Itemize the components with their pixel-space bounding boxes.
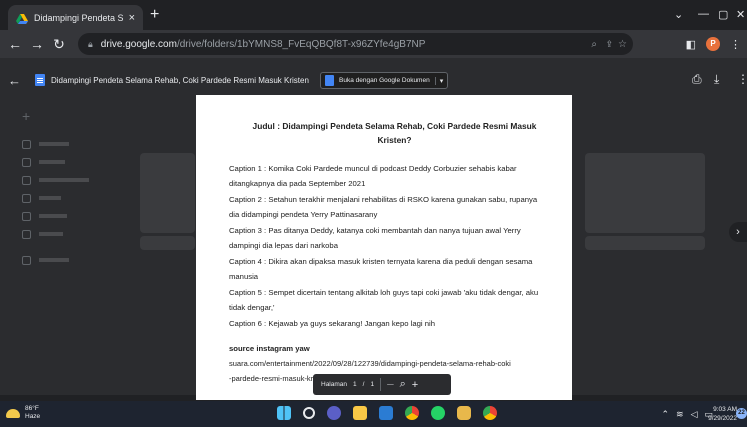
file-thumbnail <box>585 153 705 233</box>
download-icon[interactable]: ⤓ <box>714 72 719 87</box>
caption-6: Caption 6 : Kejawab ya guys sekarang! Ja… <box>229 319 435 328</box>
caption-5: Caption 5 : Sempet dicertain tentang alk… <box>229 288 539 312</box>
back-icon[interactable]: ← <box>4 36 26 52</box>
tab-strip: Didampingi Pendeta Selama Reh × + ⌄ — ▢ … <box>0 0 747 30</box>
tray-chevron-up-icon[interactable]: ⌃ <box>661 409 669 420</box>
page-navigator: Halaman 1 / 1 — ⌕ + <box>313 374 451 395</box>
drive-new-button: + <box>22 108 31 124</box>
profile-avatar[interactable]: P <box>706 37 720 51</box>
caption-3: Caption 3 : Pas ditanya Deddy, katanya c… <box>229 226 521 250</box>
file-label <box>585 236 705 250</box>
drive-side-item <box>22 210 67 222</box>
chrome-profile-icon[interactable] <box>483 406 497 420</box>
drive-side-item <box>22 138 69 150</box>
viewer-more-icon[interactable]: ⋮ <box>737 72 747 86</box>
wifi-icon[interactable]: ≋ <box>676 409 684 420</box>
drive-side-item <box>22 156 65 168</box>
new-tab-button[interactable]: + <box>150 7 159 23</box>
total-pages: 1 <box>370 381 375 388</box>
google-doc-icon <box>35 74 45 86</box>
caption-4: Caption 4 : Dikira akan dipaksa masuk kr… <box>229 257 533 281</box>
pager-divider <box>380 378 382 391</box>
zoom-icon[interactable]: ⌕ <box>400 378 406 391</box>
drive-side-item <box>22 228 63 240</box>
whatsapp-icon[interactable] <box>431 406 445 420</box>
weather-condition: Haze <box>25 413 41 420</box>
drive-side-item <box>22 254 69 266</box>
clock[interactable]: 9:03 AM 9/29/2022 <box>708 405 737 423</box>
open-with-button[interactable]: Buka dengan Google Dokumen ▾ <box>320 72 449 89</box>
document-title: Judul : Didampingi Pendeta Selama Rehab,… <box>252 121 537 145</box>
tab-close-icon[interactable]: × <box>129 12 135 24</box>
windows-taskbar: 86°F Haze ⌃ ≋ ◁ ▭ 9:03 AM 9/29/2022 22 <box>0 401 747 427</box>
screen: Didampingi Pendeta Selama Reh × + ⌄ — ▢ … <box>0 0 747 427</box>
sidebar-icon[interactable]: ◧ <box>686 38 696 51</box>
next-file-chevron-icon[interactable]: › <box>729 222 747 242</box>
bookmark-star-icon[interactable]: ☆ <box>618 39 627 50</box>
toolbar-actions: ◧ P ⋮ <box>686 37 741 51</box>
document-page: Judul : Didampingi Pendeta Selama Rehab,… <box>196 95 572 400</box>
menu-dots-icon[interactable]: ⋮ <box>730 38 741 51</box>
print-icon[interactable]: ⎙ <box>692 72 702 87</box>
zoom-page-icon[interactable]: ⌕ <box>591 39 597 50</box>
close-window-icon[interactable]: ✕ <box>736 8 745 21</box>
browser-toolbar: ← → ↻ 🔒︎ drive.google.com /drive/folders… <box>0 30 747 58</box>
page-label: Halaman <box>321 381 348 388</box>
chrome-icon[interactable] <box>405 406 419 420</box>
paint-icon[interactable] <box>457 406 471 420</box>
zoom-out-button[interactable]: — <box>387 381 394 388</box>
temperature: 86°F <box>25 405 39 412</box>
source-url-line-1: suara.com/entertainment/2022/09/28/12273… <box>229 359 511 368</box>
file-thumbnail <box>140 153 195 233</box>
lock-icon: 🔒︎ <box>88 38 93 49</box>
restore-icon[interactable]: ▢ <box>718 8 728 21</box>
open-with-label: Buka dengan Google Dokumen <box>339 77 430 84</box>
reload-icon[interactable]: ↻ <box>48 36 70 53</box>
caption-1: Caption 1 : Komika Coki Pardede muncul d… <box>229 164 517 188</box>
file-explorer-icon[interactable] <box>353 406 367 420</box>
tab-title: Didampingi Pendeta Selama Reh <box>34 12 123 23</box>
minimize-icon[interactable]: — <box>698 8 709 20</box>
browser-tab[interactable]: Didampingi Pendeta Selama Reh × <box>8 5 143 30</box>
notification-badge[interactable]: 22 <box>736 408 747 419</box>
drive-side-item <box>22 174 89 186</box>
tab-search-icon[interactable]: ⌄ <box>674 8 683 21</box>
viewer-file-title: Didampingi Pendeta Selama Rehab, Coki Pa… <box>51 75 309 85</box>
current-page[interactable]: 1 <box>353 381 357 388</box>
page-separator: / <box>362 381 365 388</box>
url-path: /drive/folders/1bYMNS8_FvEqQBQf8T-x96ZYf… <box>176 38 426 50</box>
weather-widget[interactable]: 86°F Haze <box>6 405 40 421</box>
clock-time: 9:03 AM <box>713 406 737 413</box>
taskbar-apps <box>277 406 497 420</box>
caption-2: Caption 2 : Setahun terakhir menjalani r… <box>229 195 538 219</box>
drive-favicon-icon <box>16 12 28 24</box>
address-bar[interactable]: 🔒︎ drive.google.com /drive/folders/1bYMN… <box>78 33 633 55</box>
forward-icon[interactable]: → <box>26 36 48 52</box>
viewer-back-icon[interactable]: ← <box>8 73 21 88</box>
taskbar-search-icon[interactable] <box>303 407 315 419</box>
chat-icon[interactable] <box>327 406 341 420</box>
word-icon[interactable] <box>379 406 393 420</box>
windows-start-icon[interactable] <box>277 406 291 420</box>
file-label <box>140 236 195 250</box>
url-host: drive.google.com <box>100 38 177 50</box>
share-icon[interactable]: ⇪ <box>605 39 613 50</box>
system-tray: ⌃ ≋ ◁ ▭ <box>661 409 713 420</box>
docs-app-icon <box>325 75 334 86</box>
zoom-in-button[interactable]: + <box>412 379 418 391</box>
clock-date: 9/29/2022 <box>708 415 737 422</box>
drive-side-item <box>22 192 61 204</box>
volume-icon[interactable]: ◁ <box>691 409 698 420</box>
chevron-down-icon[interactable]: ▾ <box>434 76 448 85</box>
source-heading: source instagram yaw <box>229 344 310 353</box>
weather-icon <box>6 408 20 418</box>
